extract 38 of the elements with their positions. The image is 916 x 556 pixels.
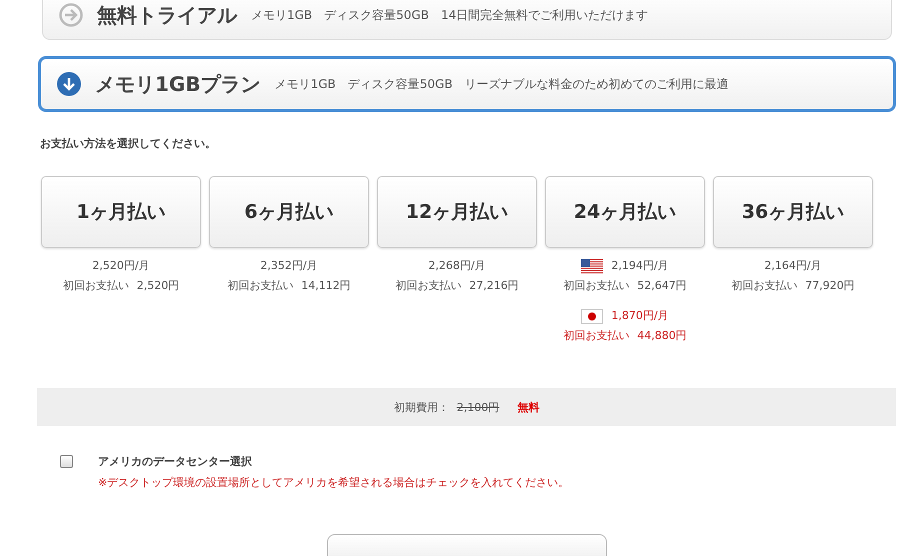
old-price: 2,100円 xyxy=(456,400,500,414)
first-payment-amount: 77,920円 xyxy=(805,278,855,294)
datacenter-note: ※デスクトップ環境の設置場所としてアメリカを希望される場合はチェックを入れてください。 xyxy=(98,475,570,490)
payment-option-button[interactable]: 1ヶ月払い xyxy=(41,176,201,248)
payment-prompt: お支払い方法を選択してください。 xyxy=(40,136,217,151)
first-payment-label: 初回お支払い xyxy=(731,278,798,294)
japan-flag-icon xyxy=(581,308,604,324)
plan-description: メモリ1GB ディスク容量50GB 14日間完全無料でご利用いただけます xyxy=(251,6,648,24)
payment-option-button[interactable]: 12ヶ月払い xyxy=(377,176,537,248)
plan-name: 無料トライアル xyxy=(97,2,237,28)
payment-option-button[interactable]: 36ヶ月払い xyxy=(713,176,873,248)
plan-card[interactable]: メモリ1GBプラン メモリ1GB ディスク容量50GB リーズナブルな料金のため初めてのご利用に最適 xyxy=(38,56,896,112)
monthly-price: 2,352円/月 xyxy=(260,258,318,274)
monthly-price: 2,268円/月 xyxy=(428,258,486,274)
first-payment-label: 初回お支払い xyxy=(563,278,630,294)
us-flag-icon xyxy=(581,258,604,274)
first-payment-amount: 52,647円 xyxy=(637,278,687,294)
first-payment-label: 初回お支払い xyxy=(563,328,630,344)
monthly-price: 2,164円/月 xyxy=(764,258,822,274)
datacenter-checkbox[interactable] xyxy=(60,455,73,468)
monthly-price: 2,194円/月 xyxy=(611,258,669,274)
first-payment-amount: 44,880円 xyxy=(637,328,687,344)
plan-name: メモリ1GBプラン xyxy=(95,70,261,98)
first-payment-amount: 27,216円 xyxy=(469,278,519,294)
plan-description: メモリ1GB ディスク容量50GB リーズナブルな料金のため初めてのご利用に最適 xyxy=(274,76,729,92)
payment-option-button[interactable]: 6ヶ月払い xyxy=(209,176,369,248)
datacenter-label: アメリカのデータセンター選択 xyxy=(98,454,253,469)
first-payment-label: 初回お支払い xyxy=(62,278,129,294)
first-payment-label: 初回お支払い xyxy=(395,278,462,294)
first-payment-amount: 2,520円 xyxy=(136,278,180,294)
payment-option-button[interactable]: 24ヶ月払い xyxy=(545,176,705,248)
free-price: 無料 xyxy=(517,400,540,414)
monthly-price: 1,870円/月 xyxy=(611,308,669,324)
first-payment-amount: 14,112円 xyxy=(301,278,351,294)
monthly-price: 2,520円/月 xyxy=(92,258,150,274)
first-payment-label: 初回お支払い xyxy=(227,278,294,294)
initial-fee-label: 初期費用： xyxy=(394,400,449,414)
plan-card[interactable]: 無料トライアル メモリ1GB ディスク容量50GB 14日間完全無料でご利用いただけます xyxy=(42,0,892,40)
